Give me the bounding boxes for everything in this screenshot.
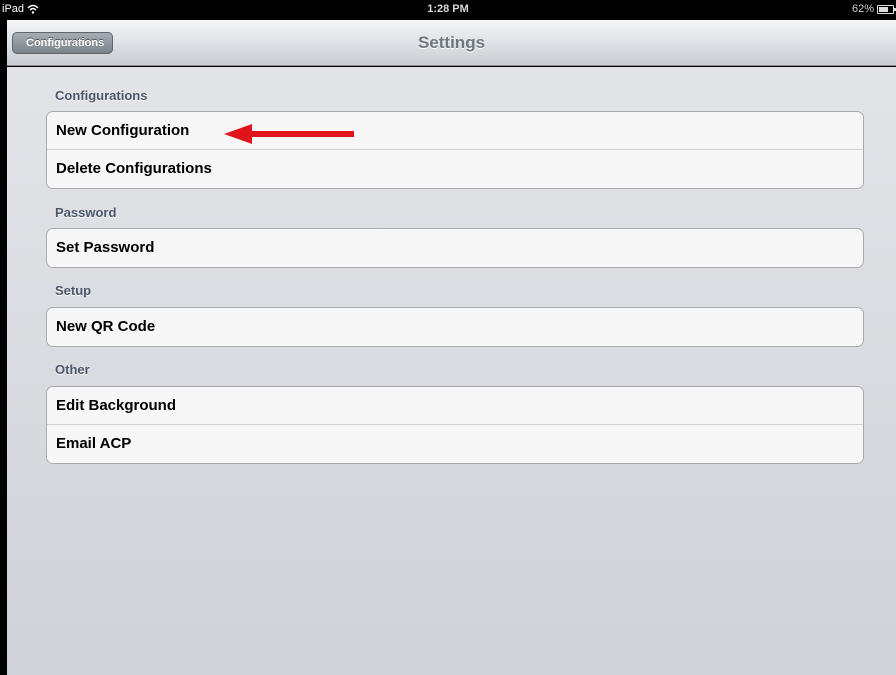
row-edit-background[interactable]: Edit Background xyxy=(47,387,863,425)
annotation-arrow-icon xyxy=(224,124,354,144)
battery-icon xyxy=(877,4,896,14)
battery-status: 62% xyxy=(851,3,896,15)
status-time: 1:28 PM xyxy=(427,3,469,15)
settings-content: Configurations New Configuration Delete … xyxy=(7,67,896,675)
row-new-qr-code[interactable]: New QR Code xyxy=(47,308,863,346)
row-set-password[interactable]: Set Password xyxy=(47,229,863,267)
ipad-screen: iPad 1:28 PM 62% Configurations Settings… xyxy=(0,0,896,675)
navigation-bar: Configurations Settings xyxy=(7,20,896,66)
group-other: Edit Background Email ACP xyxy=(46,386,864,464)
row-email-acp[interactable]: Email ACP xyxy=(47,425,863,463)
page-title: Settings xyxy=(417,33,486,52)
section-header-other: Other xyxy=(55,362,90,377)
group-setup: New QR Code xyxy=(46,307,864,347)
battery-percent: 62% xyxy=(851,3,874,15)
status-bar: iPad 1:28 PM 62% xyxy=(0,0,896,20)
row-new-configuration[interactable]: New Configuration xyxy=(47,112,863,150)
group-configurations: New Configuration Delete Configurations xyxy=(46,111,864,189)
row-delete-configurations[interactable]: Delete Configurations xyxy=(47,150,863,188)
section-header-setup: Setup xyxy=(55,283,92,298)
group-password: Set Password xyxy=(46,228,864,268)
section-header-password: Password xyxy=(55,205,117,220)
section-header-configurations: Configurations xyxy=(55,88,148,103)
